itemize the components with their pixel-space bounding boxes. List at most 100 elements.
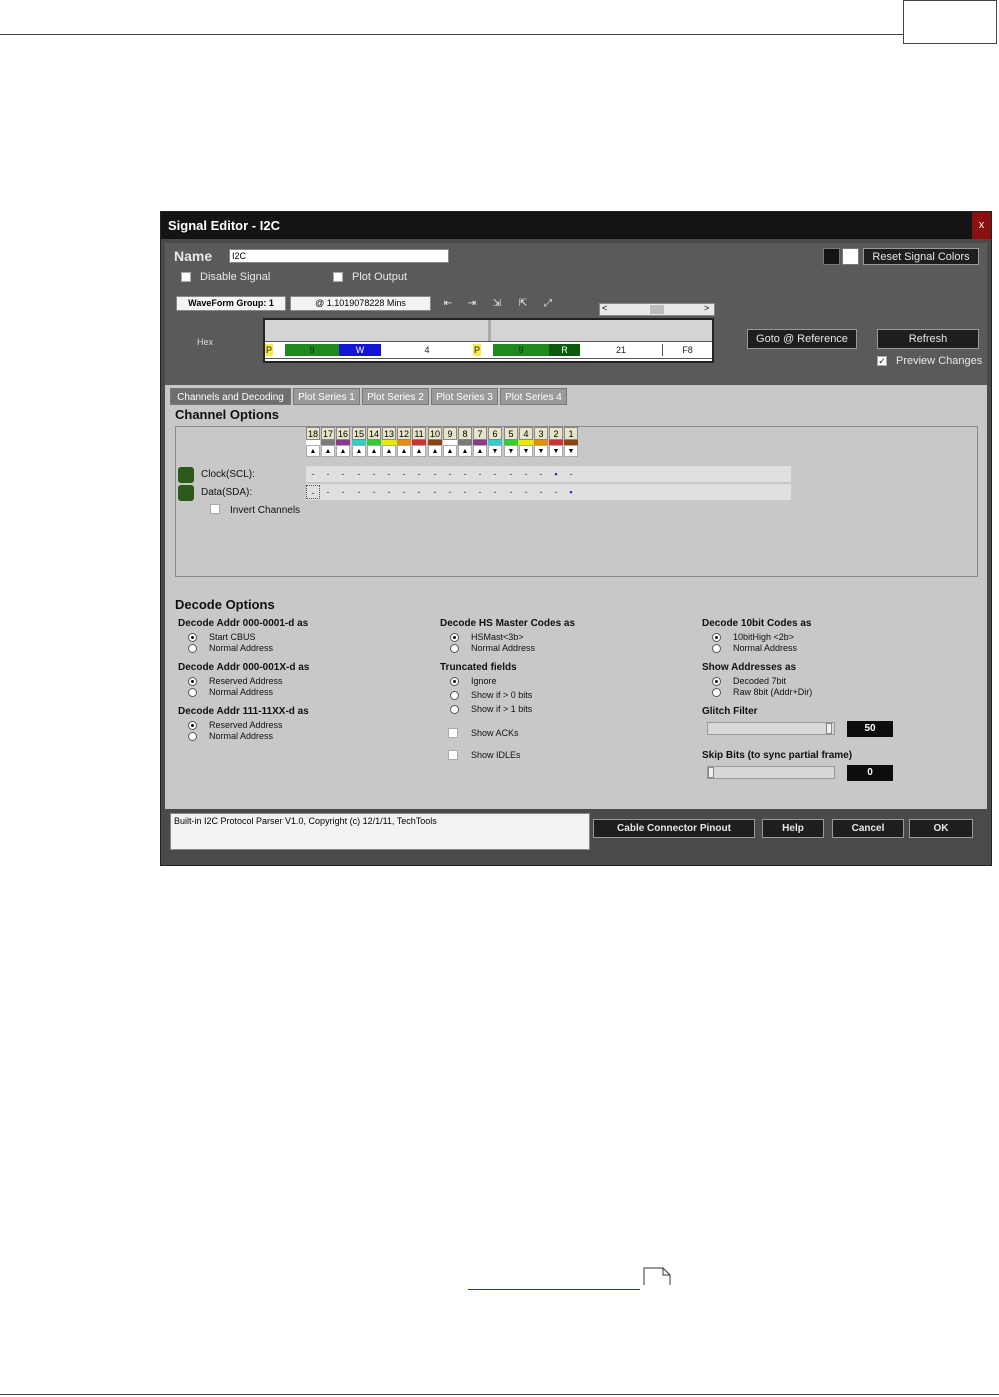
clock-channel-cell-4[interactable]: - xyxy=(519,467,533,481)
radio-show-gt-1[interactable] xyxy=(450,705,459,714)
clock-channel-cell-15[interactable]: - xyxy=(352,467,366,481)
tab-channels-and-decoding[interactable]: Channels and Decoding xyxy=(170,388,291,405)
trigger-end-icon[interactable]: ⇥ xyxy=(463,295,481,313)
data-channel-cell-5[interactable]: - xyxy=(504,485,518,499)
clock-channel-cell-7[interactable]: - xyxy=(473,467,487,481)
scroll-left-icon[interactable]: < xyxy=(602,303,607,313)
clock-gear-icon[interactable] xyxy=(178,467,194,483)
radio-show-gt-0[interactable] xyxy=(450,691,459,700)
channel-direction-icon-13[interactable]: ▲ xyxy=(382,445,396,457)
data-gear-icon[interactable] xyxy=(178,485,194,501)
radio-hsmast[interactable] xyxy=(450,633,459,642)
data-channel-cell-9[interactable]: - xyxy=(443,485,457,499)
radio-start-cbus[interactable] xyxy=(188,633,197,642)
scroll-right-icon[interactable]: > xyxy=(704,303,709,313)
radio-ignore[interactable] xyxy=(450,677,459,686)
channel-direction-icon-3[interactable]: ▼ xyxy=(534,445,548,457)
clock-channel-cell-3[interactable]: - xyxy=(534,467,548,481)
plot-output-checkbox[interactable] xyxy=(333,272,343,282)
waveform-preview[interactable]: P 9 W 4 P 9 R 21 F8 xyxy=(263,318,714,363)
time-reference-field[interactable]: @ 1.1019078228 Mins xyxy=(290,296,431,311)
clock-channel-cell-18[interactable]: - xyxy=(306,467,320,481)
cable-connector-pinout-button[interactable]: Cable Connector Pinout xyxy=(593,819,755,838)
data-channel-cell-10[interactable]: - xyxy=(428,485,442,499)
channel-direction-icon-7[interactable]: ▲ xyxy=(473,445,487,457)
skip-bits-slider[interactable] xyxy=(707,766,835,779)
data-channel-cell-15[interactable]: - xyxy=(352,485,366,499)
signal-name-input[interactable] xyxy=(229,249,449,263)
data-channel-cell-7[interactable]: - xyxy=(473,485,487,499)
glitch-filter-thumb[interactable] xyxy=(826,723,832,734)
waveform-group-field[interactable]: WaveForm Group: 1 xyxy=(176,296,286,311)
channel-direction-icon-16[interactable]: ▲ xyxy=(336,445,350,457)
zoom-out-icon[interactable]: ⇱ xyxy=(514,295,532,313)
radio-normal-address-3[interactable] xyxy=(188,732,197,741)
clock-channel-cell-6[interactable]: - xyxy=(488,467,502,481)
invert-channels-checkbox[interactable] xyxy=(210,504,220,514)
channel-direction-icon-1[interactable]: ▼ xyxy=(564,445,578,457)
data-channel-cell-4[interactable]: - xyxy=(519,485,533,499)
goto-reference-button[interactable]: Goto @ Reference xyxy=(747,329,857,349)
clock-channel-cell-2[interactable]: ▪ xyxy=(549,467,563,481)
channel-direction-icon-10[interactable]: ▲ xyxy=(428,445,442,457)
signal-color-swatch-light[interactable] xyxy=(842,248,859,265)
channel-direction-icon-15[interactable]: ▲ xyxy=(352,445,366,457)
tab-plot-series-2[interactable]: Plot Series 2 xyxy=(362,388,429,405)
cancel-button[interactable]: Cancel xyxy=(832,819,904,838)
clock-channel-cell-11[interactable]: - xyxy=(412,467,426,481)
clock-channel-cell-8[interactable]: - xyxy=(458,467,472,481)
disable-signal-checkbox[interactable] xyxy=(181,272,191,282)
channel-direction-icon-4[interactable]: ▼ xyxy=(519,445,533,457)
help-button[interactable]: Help xyxy=(762,819,824,838)
ok-button[interactable]: OK xyxy=(909,819,973,838)
radio-hs-normal-address[interactable] xyxy=(450,644,459,653)
channel-direction-icon-12[interactable]: ▲ xyxy=(397,445,411,457)
trigger-start-icon[interactable]: ⇤ xyxy=(439,295,457,313)
data-channel-cell-17[interactable]: - xyxy=(321,485,335,499)
radio-normal-address-1[interactable] xyxy=(188,644,197,653)
skip-bits-thumb[interactable] xyxy=(708,767,714,778)
channel-direction-icon-9[interactable]: ▲ xyxy=(443,445,457,457)
channel-direction-icon-2[interactable]: ▼ xyxy=(549,445,563,457)
tab-plot-series-1[interactable]: Plot Series 1 xyxy=(293,388,360,405)
radio-decoded-7bit[interactable] xyxy=(712,677,721,686)
channel-direction-icon-5[interactable]: ▼ xyxy=(504,445,518,457)
data-channel-cell-11[interactable]: - xyxy=(412,485,426,499)
refresh-button[interactable]: Refresh xyxy=(877,329,979,349)
zoom-in-icon[interactable]: ⇲ xyxy=(488,295,506,313)
channel-direction-icon-18[interactable]: ▲ xyxy=(306,445,320,457)
clock-channel-cell-17[interactable]: - xyxy=(321,467,335,481)
data-channel-cell-3[interactable]: - xyxy=(534,485,548,499)
skip-bits-value[interactable]: 0 xyxy=(847,765,893,781)
clock-channel-cell-10[interactable]: - xyxy=(428,467,442,481)
clock-channel-cell-12[interactable]: - xyxy=(397,467,411,481)
data-channel-cell-18[interactable]: - xyxy=(306,485,320,499)
close-button[interactable]: x xyxy=(972,212,991,239)
radio-10bithigh[interactable] xyxy=(712,633,721,642)
radio-reserved-address-1[interactable] xyxy=(188,677,197,686)
radio-10bit-normal-address[interactable] xyxy=(712,644,721,653)
channel-direction-icon-11[interactable]: ▲ xyxy=(412,445,426,457)
clock-channel-cell-1[interactable]: - xyxy=(564,467,578,481)
tab-plot-series-4[interactable]: Plot Series 4 xyxy=(500,388,567,405)
glitch-filter-slider[interactable] xyxy=(707,722,835,735)
zoom-fit-icon[interactable]: ⤢ xyxy=(539,295,557,313)
clock-channel-cell-13[interactable]: - xyxy=(382,467,396,481)
show-idles-checkbox[interactable] xyxy=(448,750,458,760)
data-channel-cell-2[interactable]: - xyxy=(549,485,563,499)
channel-direction-icon-14[interactable]: ▲ xyxy=(367,445,381,457)
channel-direction-icon-8[interactable]: ▲ xyxy=(458,445,472,457)
clock-channel-cell-16[interactable]: - xyxy=(336,467,350,481)
data-channel-cell-1[interactable]: ▪ xyxy=(564,485,578,499)
reset-signal-colors-button[interactable]: Reset Signal Colors xyxy=(863,248,979,265)
clock-channel-cell-5[interactable]: - xyxy=(504,467,518,481)
data-channel-cell-16[interactable]: - xyxy=(336,485,350,499)
data-channel-cell-14[interactable]: - xyxy=(367,485,381,499)
document-link[interactable] xyxy=(468,1289,640,1290)
radio-raw-8bit[interactable] xyxy=(712,688,721,697)
data-channel-cell-6[interactable]: - xyxy=(488,485,502,499)
clock-channel-cell-14[interactable]: - xyxy=(367,467,381,481)
preview-changes-checkbox[interactable]: ✓ xyxy=(877,356,887,366)
scroll-thumb[interactable] xyxy=(650,305,664,314)
waveform-scrollbar[interactable]: < > xyxy=(599,303,715,316)
